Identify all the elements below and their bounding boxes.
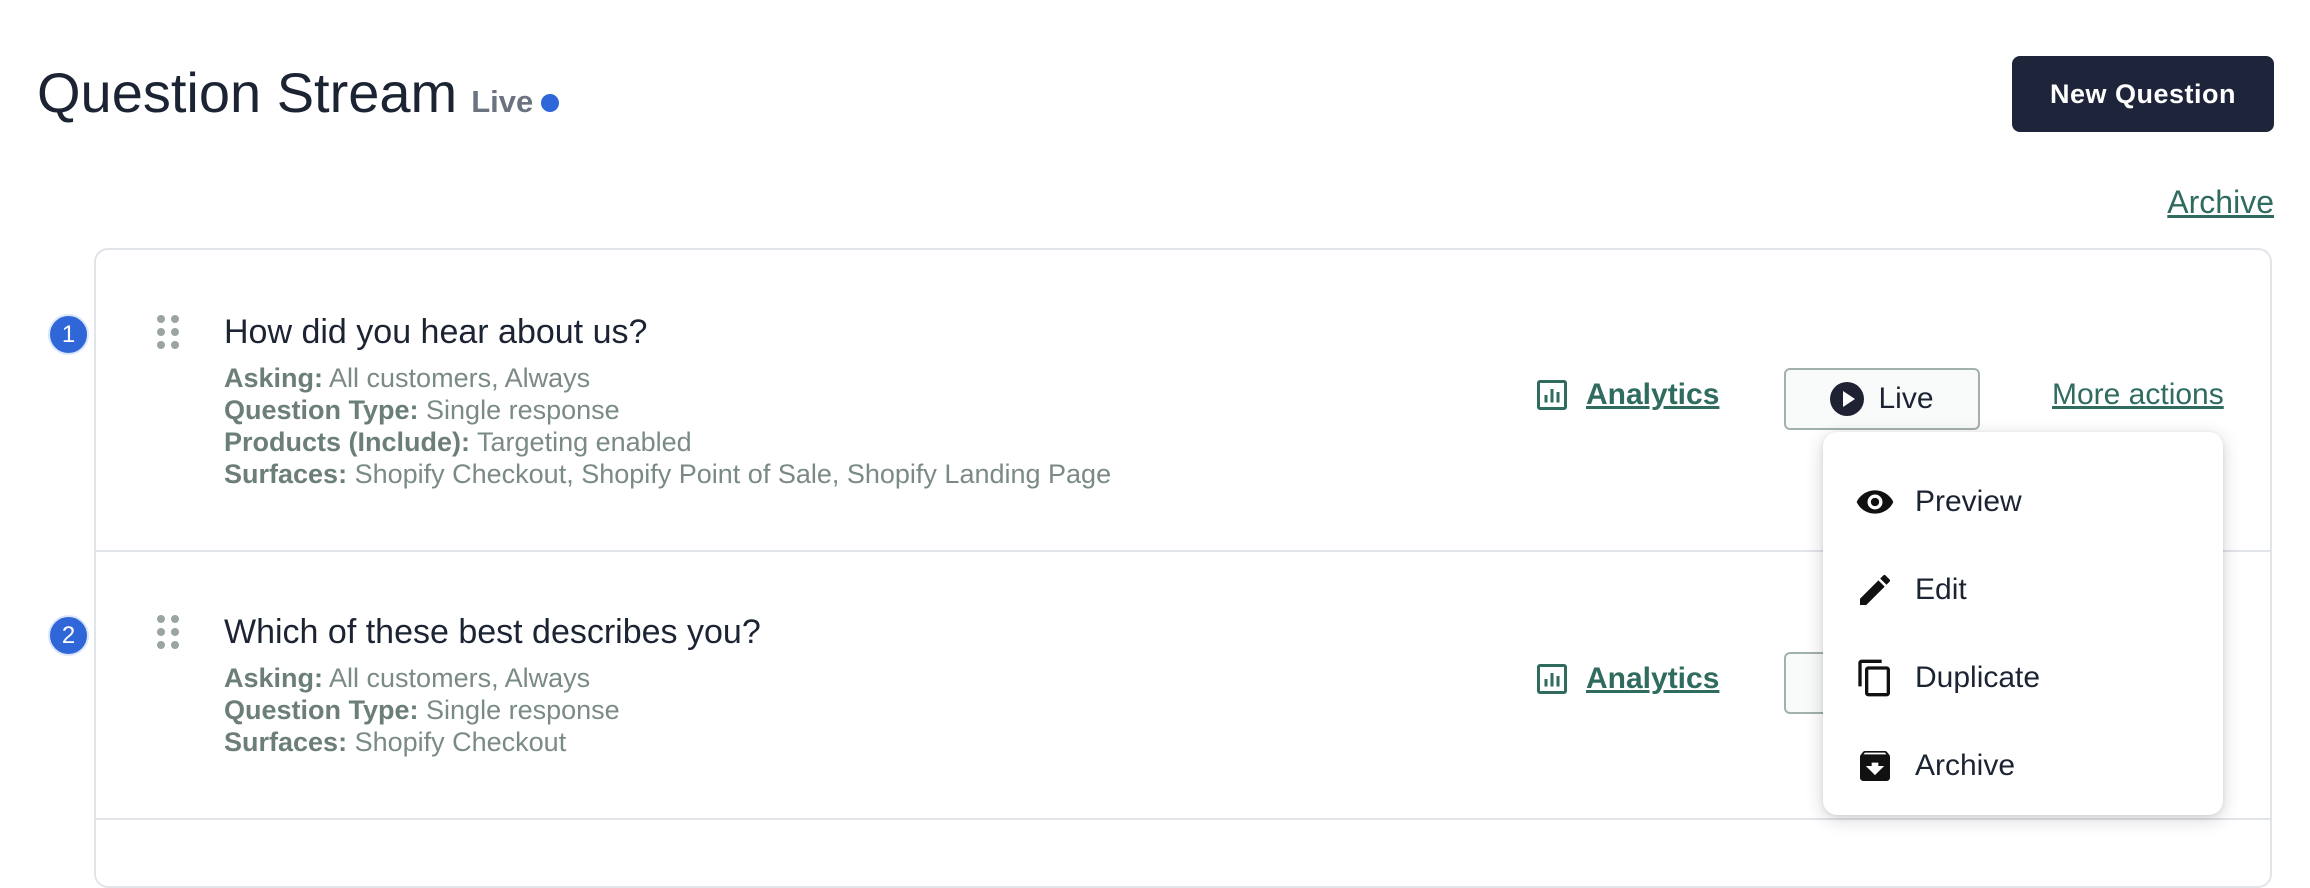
menu-item-archive[interactable]: Archive: [1823, 722, 2223, 810]
surfaces-label: Surfaces:: [224, 459, 348, 489]
page-header: Question Stream Live: [37, 60, 560, 125]
surfaces-label: Surfaces:: [224, 727, 348, 757]
type-value: Single response: [426, 395, 620, 425]
question-type: Question Type: Single response: [224, 394, 1111, 426]
bar-chart-icon: [1537, 664, 1567, 694]
type-label: Question Type:: [224, 695, 419, 725]
question-type: Question Type: Single response: [224, 694, 761, 726]
question-title: How did you hear about us?: [224, 313, 648, 351]
live-status-dot: [541, 94, 560, 112]
question-number-badge: 2: [48, 615, 89, 656]
type-label: Question Type:: [224, 395, 419, 425]
asking-value: All customers, Always: [329, 363, 591, 393]
surfaces-value: Shopify Checkout, Shopify Point of Sale,…: [354, 459, 1112, 489]
menu-item-preview[interactable]: Preview: [1823, 458, 2223, 546]
bar-chart-icon: [1537, 380, 1567, 410]
menu-item-label: Edit: [1915, 573, 1967, 606]
analytics-label: Analytics: [1586, 662, 1720, 695]
asking-value: All customers, Always: [329, 663, 591, 693]
menu-item-duplicate[interactable]: Duplicate: [1823, 634, 2223, 722]
archive-link[interactable]: Archive: [2167, 184, 2274, 221]
question-details: Which of these best describes you? Askin…: [224, 608, 761, 758]
live-status-button[interactable]: Live: [1784, 368, 1980, 430]
analytics-link[interactable]: Analytics: [1534, 377, 1719, 413]
duplicate-icon: [1858, 659, 1890, 697]
pencil-icon: [1860, 574, 1890, 605]
page-title: Question Stream: [37, 61, 458, 124]
menu-item-label: Duplicate: [1915, 661, 2041, 694]
asking-label: Asking:: [224, 663, 324, 693]
surfaces-value: Shopify Checkout: [354, 727, 567, 757]
more-actions-link[interactable]: More actions: [2052, 378, 2224, 412]
play-icon: [1830, 382, 1865, 416]
type-value: Single response: [426, 695, 620, 725]
archive-icon: [1860, 751, 1890, 781]
drag-handle-icon[interactable]: [157, 315, 179, 349]
question-asking: Asking: All customers, Always: [224, 362, 1111, 394]
question-surfaces: Surfaces: Shopify Checkout: [224, 726, 761, 758]
eye-icon: [1856, 490, 1894, 514]
asking-label: Asking:: [224, 363, 324, 393]
question-asking: Asking: All customers, Always: [224, 662, 761, 694]
question-details: How did you hear about us? Asking: All c…: [224, 308, 1111, 490]
analytics-label: Analytics: [1586, 378, 1720, 411]
drag-handle-icon[interactable]: [157, 615, 179, 649]
live-button-label: Live: [1878, 382, 1934, 415]
question-title: Which of these best describes you?: [224, 613, 761, 651]
menu-item-label: Preview: [1915, 485, 2022, 518]
products-label: Products (Include):: [224, 427, 471, 457]
question-surfaces: Surfaces: Shopify Checkout, Shopify Poin…: [224, 458, 1111, 490]
question-number-badge: 1: [48, 314, 89, 355]
more-actions-menu: Preview Edit Duplicate Archive: [1823, 432, 2223, 815]
menu-item-edit[interactable]: Edit: [1823, 546, 2223, 634]
new-question-button[interactable]: New Question: [2012, 56, 2274, 132]
question-products: Products (Include): Targeting enabled: [224, 426, 1111, 458]
analytics-link[interactable]: Analytics: [1534, 661, 1719, 697]
products-value: Targeting enabled: [477, 427, 692, 457]
menu-item-label: Archive: [1915, 749, 2016, 782]
stream-status-label: Live: [471, 84, 534, 119]
